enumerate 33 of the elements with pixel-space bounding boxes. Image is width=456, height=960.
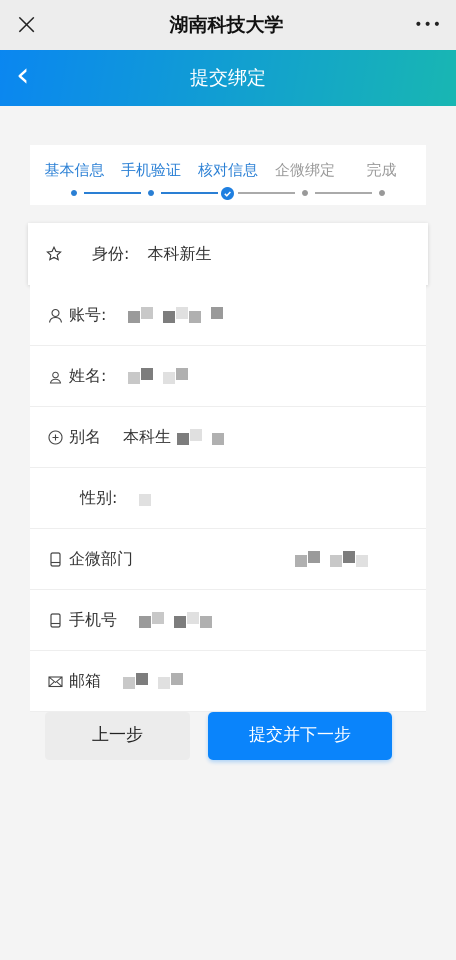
submit-button[interactable]: 提交并下一步: [208, 712, 392, 760]
person-icon: [48, 368, 63, 384]
step-label: 完成: [366, 160, 397, 180]
progress-line: [314, 192, 372, 194]
step-label: 手机验证: [121, 160, 182, 180]
field-label: 性别:: [80, 487, 118, 509]
back-button[interactable]: ‹: [16, 58, 30, 92]
step-label: 核对信息: [198, 160, 258, 180]
plus-circle-icon: [48, 430, 63, 444]
previous-button[interactable]: 上一步: [45, 712, 190, 760]
field-value: 本科生: [123, 426, 171, 448]
identity-value: 本科新生: [147, 243, 212, 265]
more-button[interactable]: •••: [414, 14, 442, 36]
step-label: 企微绑定: [274, 160, 335, 180]
user-icon: [48, 308, 63, 322]
phone-icon: [48, 552, 63, 566]
close-button[interactable]: ×: [14, 10, 40, 40]
field-label: 邮箱: [69, 670, 101, 692]
envelope-icon: [48, 674, 63, 688]
progress-line: [238, 192, 295, 194]
field-label: 企微部门: [69, 548, 133, 570]
star-icon: [46, 246, 62, 262]
progress-line: [84, 192, 142, 194]
field-label: 账号:: [69, 304, 106, 326]
step-label: 基本信息: [44, 160, 104, 180]
progress-line: [161, 192, 218, 194]
field-label: 手机号: [69, 609, 117, 631]
field-label: 姓名:: [69, 365, 106, 387]
identity-label: 身份:: [92, 243, 130, 265]
window-title: 湖南科技大学: [170, 12, 284, 38]
page-title: 提交绑定: [190, 66, 266, 89]
field-label: 别名: [69, 426, 101, 448]
phone-icon: [48, 612, 63, 628]
